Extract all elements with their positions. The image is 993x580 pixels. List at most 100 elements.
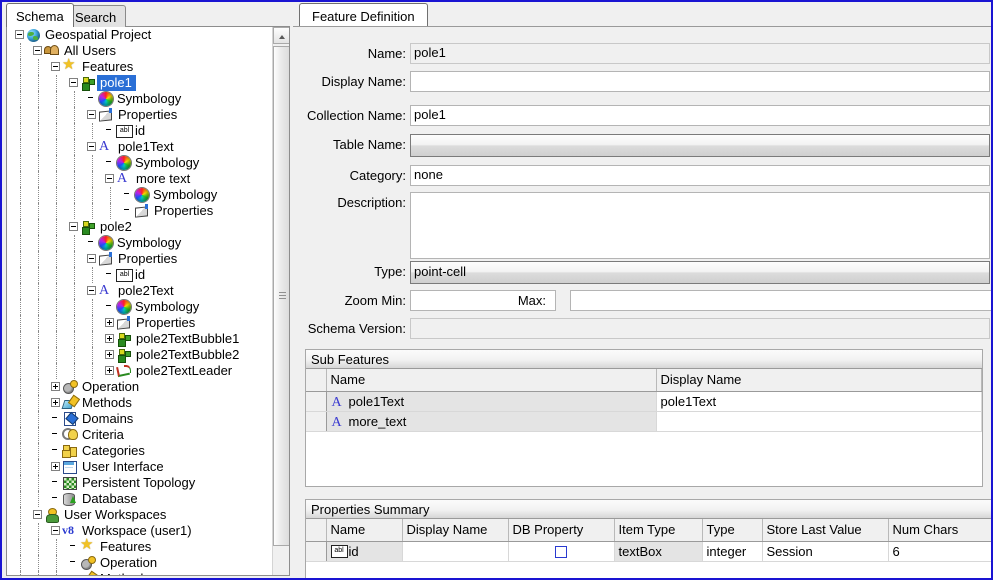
tree-node-id[interactable]: id (7, 267, 272, 283)
tree-node-features[interactable]: Features (7, 57, 272, 75)
tree-node-pole2textleader[interactable]: pole2TextLeader (7, 363, 272, 379)
column-header-num-chars[interactable]: Num Chars (888, 519, 991, 542)
tree-collapse-icon[interactable] (69, 78, 78, 88)
tree-node-features[interactable]: Features (7, 537, 272, 555)
tree-node-workspace-user1-[interactable]: Workspace (user1) (7, 522, 272, 539)
tree-collapse-icon[interactable] (33, 46, 42, 56)
field-collection-name[interactable]: pole1 (410, 105, 990, 126)
field-description[interactable] (410, 192, 990, 259)
tree-collapse-icon[interactable] (87, 254, 96, 264)
tree-node-pole2[interactable]: pole2 (7, 219, 272, 235)
tree-expand-icon[interactable] (51, 382, 60, 392)
tab-feature-definition[interactable]: Feature Definition (299, 3, 428, 27)
cell-num-chars[interactable]: 6 (888, 541, 991, 562)
tree-collapse-icon[interactable] (51, 526, 60, 536)
tree-expand-icon[interactable] (105, 318, 114, 328)
schema-tree[interactable]: Geospatial ProjectAll UsersFeaturespole1… (7, 27, 272, 575)
tab-schema[interactable]: Schema (6, 3, 74, 27)
tree-collapse-icon[interactable] (87, 286, 96, 296)
tree-node-database[interactable]: Database (7, 491, 272, 507)
column-header-name[interactable]: Name (326, 519, 403, 542)
tree-collapse-icon[interactable] (105, 174, 114, 184)
scrollbar-thumb[interactable] (273, 46, 289, 546)
tree-node-properties[interactable]: Properties (7, 315, 272, 331)
sub-features-table[interactable]: NameDisplay Name pole1Text pole1Text more_… (306, 369, 982, 432)
column-header-display-name[interactable]: Display Name (656, 369, 982, 392)
cell-display-name[interactable] (656, 411, 982, 432)
column-header-store-last-value[interactable]: Store Last Value (762, 519, 889, 542)
tree-expand-icon[interactable] (105, 334, 114, 344)
tree-node-all-users[interactable]: All Users (7, 43, 272, 59)
tree-node-symbology[interactable]: Symbology (7, 235, 272, 251)
row-selector-cell[interactable] (306, 541, 327, 562)
cell-item-type[interactable]: textBox (614, 541, 703, 562)
tree-node-properties[interactable]: Properties (7, 203, 272, 219)
cell-store-last-value[interactable]: Session (762, 541, 889, 562)
column-header-rowselector[interactable] (306, 519, 327, 542)
tree-node-methods[interactable]: Methods (7, 395, 272, 411)
tree-node-properties[interactable]: Properties (7, 107, 272, 123)
column-header-display-name[interactable]: Display Name (402, 519, 509, 542)
tree-node-properties[interactable]: Properties (7, 251, 272, 267)
field-category[interactable]: none (410, 165, 990, 186)
tree-collapse-icon[interactable] (69, 222, 78, 232)
tree-collapse-icon[interactable] (51, 62, 60, 72)
column-header-name[interactable]: Name (326, 369, 657, 392)
tree-node-methods[interactable]: Methods (7, 571, 272, 575)
column-header-item-type[interactable]: Item Type (614, 519, 703, 542)
tab-search[interactable]: Search (65, 5, 127, 27)
tree-node-symbology[interactable]: Symbology (7, 91, 272, 107)
row-selector-cell[interactable] (306, 391, 327, 412)
field-type[interactable]: point-cell (410, 261, 990, 284)
column-header-type[interactable]: Type (702, 519, 763, 542)
tree-node-user-workspaces[interactable]: User Workspaces (7, 507, 272, 523)
tree-node-operation[interactable]: Operation (7, 379, 272, 395)
tree-collapse-icon[interactable] (15, 30, 24, 40)
cell-db-property[interactable] (508, 541, 615, 562)
db-property-checkbox[interactable] (555, 545, 567, 558)
tree-node-symbology[interactable]: Symbology (7, 155, 272, 171)
table-row[interactable]: more_text (306, 411, 982, 432)
cell-name[interactable]: more_text (326, 411, 657, 432)
tree-node-symbology[interactable]: Symbology (7, 187, 272, 203)
tree-node-geospatial-project[interactable]: Geospatial Project (7, 27, 272, 43)
tree-collapse-icon[interactable] (87, 142, 96, 152)
sub-features-body[interactable]: pole1Text pole1Text more_text (306, 391, 982, 432)
tree-expand-icon[interactable] (105, 366, 114, 376)
column-header-db-property[interactable]: DB Property (508, 519, 615, 542)
tree-node-domains[interactable]: Domains (7, 411, 272, 427)
tree-node-operation[interactable]: Operation (7, 555, 272, 571)
table-row[interactable]: pole1Text pole1Text (306, 391, 982, 412)
field-max[interactable] (570, 290, 991, 311)
cell-display-name[interactable]: pole1Text (656, 391, 982, 412)
tree-expand-icon[interactable] (105, 350, 114, 360)
cell-name[interactable]: id (326, 541, 403, 562)
tree-node-id[interactable]: id (7, 123, 272, 139)
tree-node-categories[interactable]: Categories (7, 443, 272, 459)
column-header-rowselector[interactable] (306, 369, 327, 392)
field-display-name[interactable] (410, 71, 990, 92)
tree-node-pole1text[interactable]: pole1Text (7, 138, 272, 155)
row-selector-cell[interactable] (306, 411, 327, 432)
tree-node-pole1[interactable]: pole1 (7, 75, 272, 91)
properties-summary-table[interactable]: Name Display Name DB Property Item Type Type… (306, 519, 991, 562)
scroll-up-arrow-icon[interactable] (273, 27, 289, 44)
tree-node-pole2text[interactable]: pole2Text (7, 282, 272, 299)
cell-name[interactable]: pole1Text (326, 391, 657, 412)
cell-display-name[interactable] (402, 541, 509, 562)
tree-expand-icon[interactable] (51, 462, 60, 472)
properties-summary-body[interactable]: id textBoxintegerSession6 (306, 541, 991, 562)
tree-node-symbology[interactable]: Symbology (7, 299, 272, 315)
tree-node-persistent-topology[interactable]: Persistent Topology (7, 475, 272, 491)
tree-node-pole2textbubble2[interactable]: pole2TextBubble2 (7, 347, 272, 363)
table-row[interactable]: id textBoxintegerSession6 (306, 541, 991, 562)
tree-node-more-text[interactable]: more text (7, 170, 272, 187)
tree-node-criteria[interactable]: Criteria (7, 427, 272, 443)
tree-vertical-scrollbar[interactable] (272, 27, 289, 575)
tree-collapse-icon[interactable] (33, 510, 42, 520)
cell-type[interactable]: integer (702, 541, 763, 562)
tree-expand-icon[interactable] (51, 398, 60, 408)
tree-node-user-interface[interactable]: User Interface (7, 459, 272, 475)
field-table-name[interactable] (410, 134, 990, 157)
tree-node-pole2textbubble1[interactable]: pole2TextBubble1 (7, 331, 272, 347)
